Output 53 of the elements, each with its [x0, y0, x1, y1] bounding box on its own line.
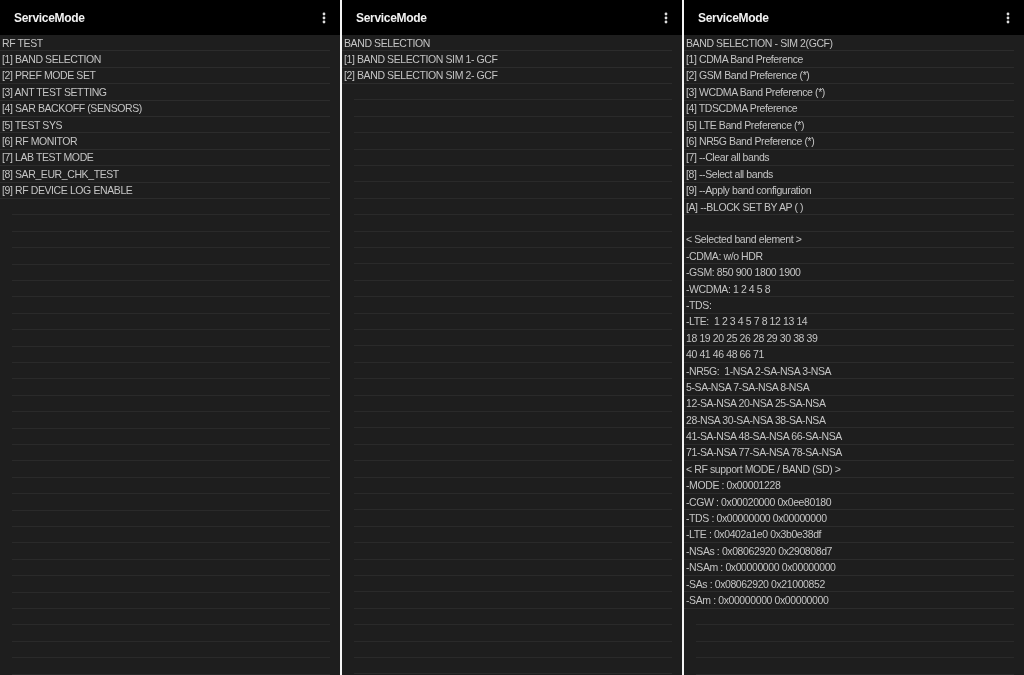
menu-line[interactable]: 12-SA-NSA 20-NSA 25-SA-NSA: [686, 397, 826, 410]
more-options-icon[interactable]: [1006, 11, 1010, 24]
menu-line[interactable]: [1] BAND SELECTION: [2, 53, 101, 66]
menu-line[interactable]: [6] NR5G Band Preference (*): [686, 135, 815, 148]
menu-line[interactable]: [8] SAR_EUR_CHK_TEST: [2, 167, 119, 180]
menu-line[interactable]: < Selected band element >: [686, 233, 802, 246]
menu-line[interactable]: [9] RF DEVICE LOG ENABLE: [2, 184, 133, 197]
menu-line[interactable]: [9] --Apply band configuration: [686, 184, 812, 197]
menu-line[interactable]: [1] CDMA Band Preference: [686, 53, 804, 66]
menu-line[interactable]: [6] RF MONITOR: [2, 135, 78, 148]
menu-line[interactable]: [4] SAR BACKOFF (SENSORS): [2, 102, 142, 115]
more-options-icon[interactable]: [322, 11, 326, 24]
menu-line[interactable]: < RF support MODE / BAND (SD) >: [686, 462, 841, 475]
menu-line[interactable]: [A] --BLOCK SET BY AP ( ): [686, 200, 804, 213]
menu-line[interactable]: -TDS:: [686, 298, 712, 311]
menu-line[interactable]: -SAm : 0x00000000 0x00000000: [686, 593, 829, 606]
menu-line[interactable]: 40 41 46 48 66 71: [686, 348, 764, 361]
menu-line[interactable]: 28-NSA 30-SA-NSA 38-SA-NSA: [686, 413, 826, 426]
menu-line[interactable]: BAND SELECTION - SIM 2(GCF): [686, 36, 833, 49]
menu-line[interactable]: 18 19 20 25 26 28 29 30 38 39: [686, 331, 818, 344]
app-title: ServiceMode: [698, 10, 769, 25]
menu-line[interactable]: -NR5G: 1-NSA 2-SA-NSA 3-NSA: [686, 364, 832, 377]
app-title: ServiceMode: [356, 10, 427, 25]
menu-line[interactable]: -CGW : 0x00020000 0x0ee80180: [686, 495, 832, 508]
menu-line[interactable]: [1] BAND SELECTION SIM 1- GCF: [344, 53, 498, 66]
menu-line[interactable]: -LTE: 1 2 3 4 5 7 8 12 13 14: [686, 315, 808, 328]
app-title: ServiceMode: [14, 10, 85, 25]
menu-line[interactable]: -LTE : 0x0402a1e0 0x3b0e38df: [686, 528, 822, 541]
menu-line[interactable]: -GSM: 850 900 1800 1900: [686, 266, 801, 279]
menu-line[interactable]: -WCDMA: 1 2 4 5 8: [686, 282, 771, 295]
menu-line[interactable]: [5] LTE Band Preference (*): [686, 118, 804, 131]
menu-line[interactable]: [7] --Clear all bands: [686, 151, 770, 164]
menu-line[interactable]: -CDMA: w/o HDR: [686, 249, 763, 262]
menu-line[interactable]: [4] TDSCDMA Preference: [686, 102, 798, 115]
menu-line[interactable]: -MODE : 0x00001228: [686, 479, 781, 492]
menu-line[interactable]: [7] LAB TEST MODE: [2, 151, 94, 164]
more-options-icon[interactable]: [664, 11, 668, 24]
menu-line[interactable]: BAND SELECTION: [344, 36, 430, 49]
menu-line[interactable]: -NSAm : 0x00000000 0x00000000: [686, 561, 836, 574]
menu-line[interactable]: [5] TEST SYS: [2, 118, 63, 131]
menu-line[interactable]: -NSAs : 0x08062920 0x290808d7: [686, 544, 833, 557]
menu-line[interactable]: -SAs : 0x08062920 0x21000852: [686, 577, 825, 590]
menu-line[interactable]: RF TEST: [2, 36, 43, 49]
menu-line[interactable]: 5-SA-NSA 7-SA-NSA 8-NSA: [686, 380, 810, 393]
menu-line[interactable]: [2] GSM Band Preference (*): [686, 69, 810, 82]
menu-line[interactable]: [8] --Select all bands: [686, 167, 773, 180]
menu-line[interactable]: [2] BAND SELECTION SIM 2- GCF: [344, 69, 498, 82]
menu-line[interactable]: -TDS : 0x00000000 0x00000000: [686, 512, 827, 524]
menu-line[interactable]: [3] WCDMA Band Preference (*): [686, 85, 825, 98]
menu-line[interactable]: 41-SA-NSA 48-SA-NSA 66-SA-NSA: [686, 430, 842, 443]
menu-line[interactable]: 71-SA-NSA 77-SA-NSA 78-SA-NSA: [686, 446, 842, 459]
menu-line[interactable]: [3] ANT TEST SETTING: [2, 85, 107, 98]
menu-line[interactable]: [2] PREF MODE SET: [2, 69, 96, 82]
